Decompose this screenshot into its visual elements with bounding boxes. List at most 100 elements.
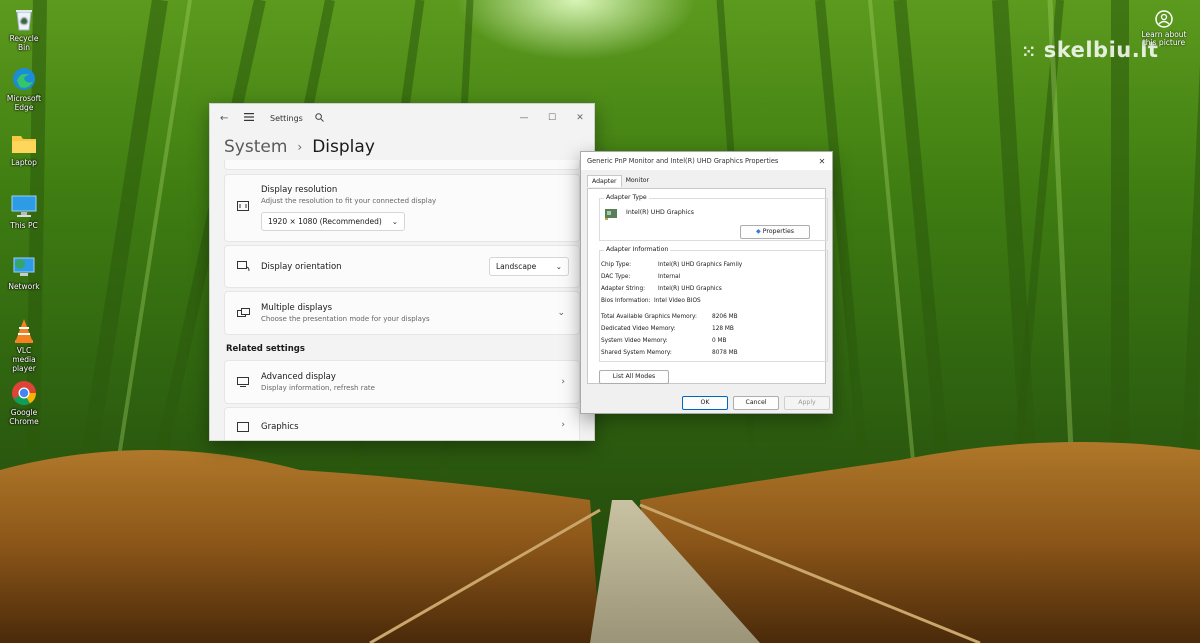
memory-row: Dedicated Video Memory: 128 MB <box>601 326 734 332</box>
desktop-icon-chrome[interactable]: Google Chrome <box>4 380 44 426</box>
close-button[interactable]: ✕ <box>566 113 594 123</box>
page-title: Display <box>312 137 375 157</box>
info-value: Internal <box>658 274 681 280</box>
resolution-dropdown[interactable]: 1920 × 1080 (Recommended) ⌄ <box>261 212 406 231</box>
network-icon <box>10 254 38 280</box>
memory-row: Total Available Graphics Memory: 8206 MB <box>601 314 738 320</box>
orientation-dropdown[interactable]: Landscape ⌄ <box>489 257 569 276</box>
memory-key: Shared System Memory: <box>601 350 672 356</box>
adapter-name: Intel(R) UHD Graphics <box>626 209 695 216</box>
memory-value: 8206 MB <box>712 314 738 320</box>
graphics-card[interactable]: Graphics › <box>224 407 580 440</box>
breadcrumb-separator: › <box>297 140 303 154</box>
memory-value: 8078 MB <box>712 350 738 356</box>
advanced-display-card[interactable]: Advanced display Display information, re… <box>224 360 580 404</box>
svg-text:♻: ♻ <box>20 17 27 26</box>
info-key: DAC Type: <box>601 274 631 280</box>
multiple-displays-title: Multiple displays <box>261 303 333 313</box>
desktop-icon-label: This PC <box>10 221 38 230</box>
close-button[interactable]: ✕ <box>812 157 832 166</box>
desktop-icon-label: VLC media player <box>12 346 36 373</box>
info-value: Intel(R) UHD Graphics Family <box>658 262 743 268</box>
display-resolution-card: Display resolution Adjust the resolution… <box>224 174 580 242</box>
watermark-dots-icon: ⁙ <box>1022 42 1036 61</box>
info-row: Bios Information: Intel Video BIOS <box>601 298 701 304</box>
cancel-button[interactable]: Cancel <box>733 396 779 410</box>
dialog-title: Generic PnP Monitor and Intel(R) UHD Gra… <box>587 157 779 165</box>
resolution-subtitle: Adjust the resolution to fit your connec… <box>261 197 437 205</box>
chevron-right-icon: › <box>561 377 565 387</box>
learn-about-picture[interactable]: Learn about this picture <box>1140 10 1188 48</box>
resolution-value: 1920 × 1080 (Recommended) <box>268 217 382 226</box>
memory-key: System Video Memory: <box>601 338 668 344</box>
memory-value: 128 MB <box>712 326 734 332</box>
resolution-icon <box>225 201 261 211</box>
desktop-icon-recycle-bin[interactable]: ♻ Recycle Bin <box>4 6 44 52</box>
back-arrow-icon[interactable]: ← <box>220 113 232 124</box>
learn-label: Learn about this picture <box>1141 29 1187 47</box>
shield-icon: ◆ <box>755 228 761 235</box>
ok-button[interactable]: OK <box>682 396 728 410</box>
info-key: Chip Type: <box>601 262 632 268</box>
memory-key: Total Available Graphics Memory: <box>601 314 698 320</box>
adapter-info-heading: Adapter Information <box>604 246 671 253</box>
settings-window: ← Settings — ☐ ✕ System › Display Displa… <box>209 103 595 441</box>
chevron-down-icon: ⌄ <box>391 217 399 226</box>
breadcrumb: System › Display <box>210 132 594 160</box>
list-all-modes-button[interactable]: List All Modes <box>599 370 669 384</box>
chevron-down-icon: ⌄ <box>557 308 565 318</box>
settings-title: Settings <box>270 113 303 123</box>
orientation-title: Display orientation <box>261 261 342 272</box>
graphics-card-icon <box>604 207 618 223</box>
adapter-type-heading: Adapter Type <box>604 194 649 201</box>
desktop-icon-label: Laptop <box>11 158 37 167</box>
graphics-title: Graphics <box>261 422 299 432</box>
chevron-down-icon: ⌄ <box>555 262 562 271</box>
graphics-icon <box>225 422 261 432</box>
apply-button[interactable]: Apply <box>784 396 830 410</box>
multiple-displays-subtitle: Choose the presentation mode for your di… <box>261 315 430 323</box>
desktop-icon-this-pc[interactable]: This PC <box>4 193 44 230</box>
properties-button-label: Properties <box>762 228 794 235</box>
watermark: ⁙ skelbiu.lt <box>1022 38 1158 62</box>
adapter-panel: Adapter Type Intel(R) UHD Graphics ◆ Pro… <box>587 188 828 384</box>
recycle-bin-icon: ♻ <box>10 6 38 32</box>
search-icon[interactable] <box>315 112 324 124</box>
breadcrumb-system[interactable]: System <box>224 137 287 157</box>
maximize-button[interactable]: ☐ <box>538 113 566 123</box>
adapter-properties-dialog: Generic PnP Monitor and Intel(R) UHD Gra… <box>580 151 833 414</box>
settings-titlebar: ← Settings — ☐ ✕ <box>210 104 594 132</box>
monitor-icon <box>10 193 38 219</box>
display-orientation-card: Display orientation Landscape ⌄ <box>224 245 580 288</box>
properties-button[interactable]: ◆ Properties <box>740 225 810 239</box>
advanced-display-subtitle: Display information, refresh rate <box>261 384 375 392</box>
dialog-tabs: Adapter Monitor <box>587 175 832 187</box>
edge-icon <box>10 66 38 92</box>
camera-icon <box>1140 10 1188 31</box>
chevron-right-icon: › <box>561 420 565 430</box>
monitor-icon <box>225 377 261 387</box>
multiple-displays-card[interactable]: Multiple displays Choose the presentatio… <box>224 291 580 335</box>
memory-key: Dedicated Video Memory: <box>601 326 676 332</box>
orientation-value: Landscape <box>496 262 537 271</box>
info-key: Bios Information: <box>601 298 651 304</box>
info-value: Intel(R) UHD Graphics <box>658 286 722 292</box>
vlc-icon <box>10 318 38 344</box>
desktop-icon-laptop[interactable]: Laptop <box>4 130 44 167</box>
info-row: Chip Type: Intel(R) UHD Graphics Family <box>601 262 742 268</box>
desktop-icon-vlc[interactable]: VLC media player <box>4 318 44 373</box>
desktop-icon-label: Google Chrome <box>9 408 39 426</box>
info-row: Adapter String: Intel(R) UHD Graphics <box>601 286 722 292</box>
memory-row: System Video Memory: 0 MB <box>601 338 727 344</box>
desktop-icon-network[interactable]: Network <box>4 254 44 291</box>
adapter-type-group: Adapter Type Intel(R) UHD Graphics ◆ Pro… <box>599 194 828 241</box>
info-key: Adapter String: <box>601 286 646 292</box>
resolution-title: Display resolution <box>261 185 338 195</box>
tab-monitor[interactable]: Monitor <box>622 175 654 187</box>
menu-icon[interactable] <box>244 113 256 123</box>
memory-value: 0 MB <box>712 338 727 344</box>
tab-adapter[interactable]: Adapter <box>587 175 622 187</box>
desktop-icon-edge[interactable]: Microsoft Edge <box>4 66 44 112</box>
minimize-button[interactable]: — <box>510 113 538 123</box>
desktop-icon-label: Recycle Bin <box>9 34 39 52</box>
